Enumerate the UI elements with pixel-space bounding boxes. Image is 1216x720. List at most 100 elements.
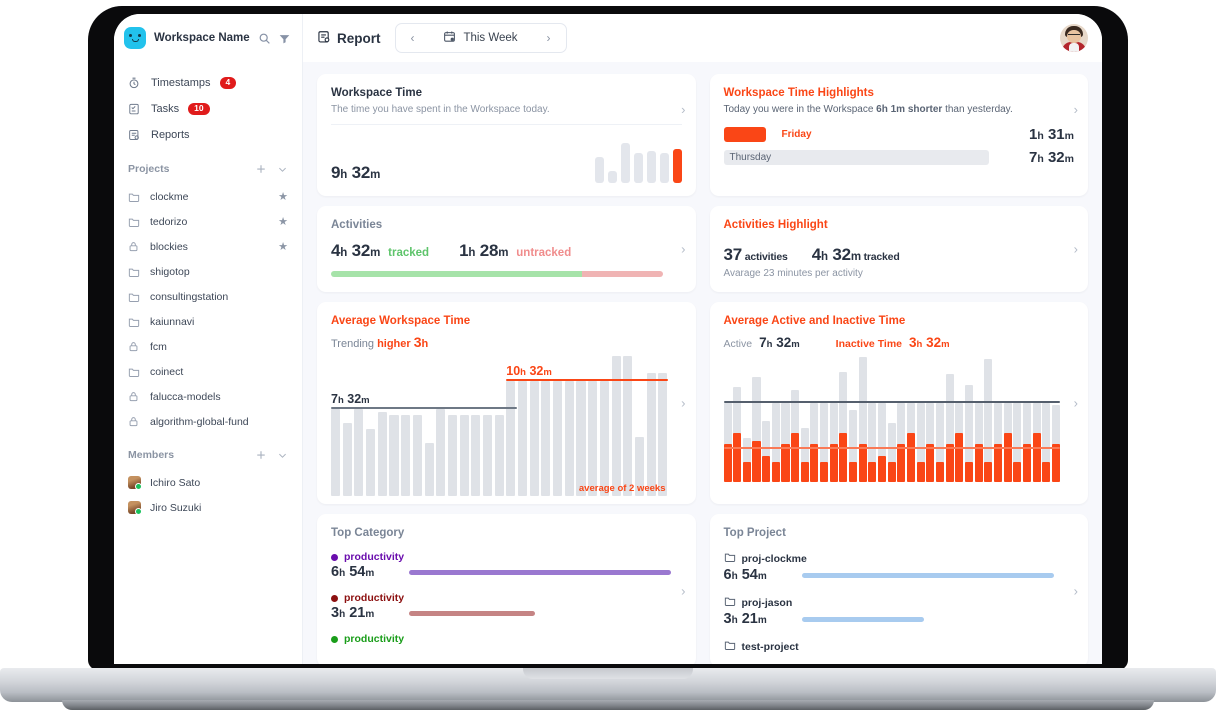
project-item-row: 6h 54m: [724, 567, 1075, 583]
folder-icon: [128, 266, 141, 278]
workspace-header[interactable]: Workspace Name: [114, 14, 302, 62]
chevron-right-icon[interactable]: ›: [681, 102, 685, 117]
project-item[interactable]: consultingstation: [114, 284, 302, 309]
star-icon[interactable]: ★: [278, 190, 288, 203]
current-average-line: [506, 379, 668, 382]
project-item[interactable]: kaiunnavi: [114, 309, 302, 334]
card-subtitle: Avarage 23 minutes per activity: [723, 268, 863, 279]
timestamps-badge: 4: [219, 76, 237, 90]
page-title-label: Report: [337, 30, 381, 46]
highlight-time: 1h 31m: [1029, 126, 1074, 143]
card-top-project[interactable]: › Top Project proj-clockme 6h 54m proj-j…: [709, 514, 1088, 664]
plus-icon[interactable]: [255, 449, 267, 461]
chart-legend: Active 7h 32m Inactive Time 3h 32m: [724, 335, 1075, 350]
tracked-time: 4h 32m: [331, 241, 381, 260]
star-icon[interactable]: ★: [278, 240, 288, 253]
chevron-left-icon[interactable]: ‹: [400, 31, 426, 45]
workspace-time-mini-chart: [594, 139, 682, 183]
sidebar-item-label: Timestamps: [151, 77, 211, 89]
project-item[interactable]: coinect: [114, 359, 302, 384]
project-item-header: test-project: [724, 639, 1075, 654]
category-item-row: 3h 21m: [331, 605, 682, 621]
category-time: 3h 21m: [331, 605, 375, 621]
date-range-label: This Week: [463, 32, 518, 44]
star-icon[interactable]: ★: [278, 215, 288, 228]
card-activities-highlight[interactable]: › Activities Highlight 37 activities 4h …: [709, 206, 1088, 292]
chevron-right-icon[interactable]: ›: [1074, 396, 1078, 411]
category-bar: [409, 610, 535, 616]
project-name: clockme: [150, 190, 189, 203]
folder-icon: [128, 216, 141, 228]
category-name: productivity: [344, 633, 405, 645]
card-title: Workspace Time Highlights: [723, 87, 874, 99]
chevron-right-icon[interactable]: ›: [1074, 583, 1078, 598]
card-subtitle: The time you have spent in the Workspace…: [331, 104, 550, 115]
lock-icon: [128, 341, 141, 352]
workspace-logo-icon: [124, 27, 146, 49]
card-title: Top Project: [723, 527, 786, 539]
lock-icon: [128, 241, 141, 252]
report-icon: [128, 129, 142, 141]
baseline-average-label: 7h 32m: [331, 392, 370, 407]
sidebar-item-label: Reports: [151, 129, 190, 141]
chevron-right-icon[interactable]: ›: [681, 242, 685, 257]
card-workspace-time-highlights[interactable]: › Workspace Time Highlights Today you we…: [709, 74, 1088, 196]
card-activities[interactable]: › Activities 4h 32m tracked 1h 28m untra…: [317, 206, 696, 292]
folder-icon: [128, 291, 141, 303]
project-item[interactable]: shigotop: [114, 259, 302, 284]
member-item[interactable]: Jiro Suzuki: [114, 495, 302, 520]
category-time: 6h 54m: [331, 564, 375, 580]
chevron-right-icon[interactable]: ›: [1074, 102, 1078, 117]
project-bar: [801, 616, 924, 622]
plus-icon[interactable]: [255, 163, 267, 175]
topbar: Report ‹ This Week ›: [302, 14, 1102, 62]
search-icon[interactable]: [258, 32, 271, 45]
chevron-right-icon[interactable]: ›: [681, 583, 685, 598]
date-range-label-wrap[interactable]: This Week: [426, 30, 536, 46]
chevron-right-icon[interactable]: ›: [536, 31, 562, 45]
project-item[interactable]: falucca-models: [114, 384, 302, 409]
task-icon: [128, 103, 142, 115]
chart-columns: [723, 354, 1061, 482]
app-window: Workspace Name Timestamps 4 Tasks 10 Rep…: [114, 14, 1102, 664]
member-name: Ichiro Sato: [150, 476, 201, 489]
project-name: falucca-models: [150, 390, 221, 403]
sidebar-item-timestamps[interactable]: Timestamps 4: [114, 70, 302, 96]
project-item-header: proj-jason: [724, 595, 1075, 610]
sidebar-item-tasks[interactable]: Tasks 10: [114, 96, 302, 122]
card-average-active-inactive[interactable]: › Average Active and Inactive Time Activ…: [709, 302, 1088, 504]
project-name: tedorizo: [150, 215, 188, 228]
chevron-down-icon[interactable]: [277, 450, 288, 461]
avatar[interactable]: [1060, 24, 1088, 52]
page-title: Report: [317, 30, 381, 47]
filter-icon[interactable]: [279, 33, 290, 44]
sidebar-item-reports[interactable]: Reports: [114, 122, 302, 148]
project-item[interactable]: algorithm-global-fund: [114, 409, 302, 434]
project-item[interactable]: tedorizo ★: [114, 209, 302, 234]
project-item[interactable]: fcm: [114, 334, 302, 359]
category-name: productivity: [344, 551, 405, 563]
workspace-time-value: 9h 32m: [331, 163, 381, 182]
project-item[interactable]: blockies ★: [114, 234, 302, 259]
sidebar-nav: Timestamps 4 Tasks 10 Reports: [114, 62, 302, 148]
lock-icon: [128, 416, 141, 427]
card-subtitle: Today you were in the Workspace 6h 1m sh…: [723, 104, 1013, 115]
project-item-header: proj-clockme: [724, 551, 1075, 566]
card-top-category[interactable]: › Top Category productivity 6h 54m produ…: [317, 514, 696, 664]
project-item[interactable]: clockme ★: [114, 184, 302, 209]
folder-icon: [128, 316, 141, 328]
member-item[interactable]: Ichiro Sato: [114, 470, 302, 495]
project-name: blockies: [150, 240, 188, 253]
folder-icon: [724, 551, 736, 566]
category-item-header: productivity: [331, 633, 682, 645]
chevron-right-icon[interactable]: ›: [681, 396, 685, 411]
activities-values: 4h 32m tracked 1h 28m untracked: [331, 241, 682, 261]
card-average-workspace-time[interactable]: › Average Workspace Time Trending higher…: [317, 302, 696, 504]
project-name: proj-jason: [741, 596, 793, 609]
project-time: 6h 54m: [723, 567, 767, 583]
card-workspace-time[interactable]: › Workspace Time The time you have spent…: [317, 74, 696, 196]
highlight-row: Friday 1h 31m: [723, 126, 1074, 143]
chevron-right-icon[interactable]: ›: [1074, 242, 1078, 257]
chevron-down-icon[interactable]: [277, 164, 288, 175]
sidebar: Workspace Name Timestamps 4 Tasks 10 Rep…: [114, 14, 302, 664]
